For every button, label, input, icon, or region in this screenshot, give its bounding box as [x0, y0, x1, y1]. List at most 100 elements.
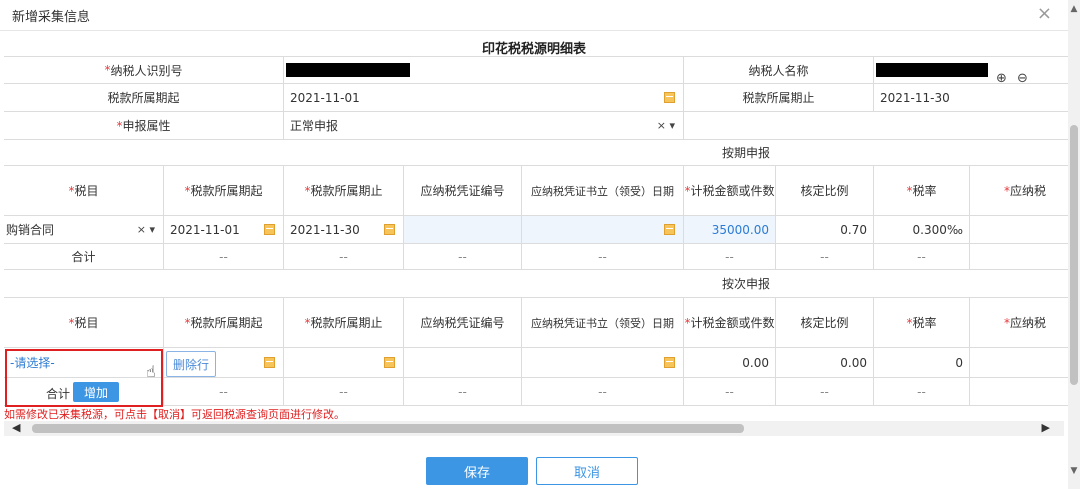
periodic-amount-field[interactable]: 35000.00: [684, 216, 776, 244]
dash-text: --: [339, 384, 348, 399]
col-header-cert-no: 应纳税凭证编号: [404, 166, 522, 216]
dash-text: --: [917, 249, 926, 264]
vertical-scroll-thumb[interactable]: [1070, 125, 1078, 385]
tax-source-table: * 纳税人识别号 纳税人名称 ⊕ ⊖ 税款所属期起 2021-11-01 税款所属…: [4, 56, 1068, 409]
periodic-end-field[interactable]: 2021-11-30: [284, 216, 404, 244]
col-header-ratio: 核定比例: [776, 166, 874, 216]
per-item-cert-no-field[interactable]: [404, 348, 522, 378]
dash-text: --: [725, 249, 734, 264]
col-header-rate-label: 税率: [912, 184, 937, 198]
calendar-icon[interactable]: [384, 356, 395, 368]
per-item-tax-field: [970, 348, 1068, 378]
per-item-amount-field[interactable]: 0.00: [684, 348, 776, 378]
col-header-amount-label: 计税金额或件数: [690, 316, 775, 330]
col-header-amount-label: 计税金额或件数: [690, 184, 775, 198]
period-start-label: 税款所属期起: [107, 91, 180, 105]
total-empty: [970, 378, 1068, 406]
period-start-field[interactable]: 2021-11-01: [284, 84, 684, 112]
periodic-ratio-value: 0.70: [840, 222, 867, 237]
scroll-left-icon[interactable]: ◀: [12, 421, 20, 434]
declare-attr-label: 申报属性: [122, 119, 171, 133]
periodic-start-field[interactable]: 2021-11-01: [164, 216, 284, 244]
dash-text: --: [219, 249, 228, 264]
form-title: 印花税税源明细表: [481, 42, 586, 57]
edit-hint-text: 如需修改已采集税源，可点击【取消】可返回税源查询页面进行修改。: [4, 408, 345, 421]
period-end-label-cell: 税款所属期止: [684, 84, 874, 112]
declare-attr-value: 正常申报: [290, 119, 339, 133]
periodic-rate-value: 0.300‰: [912, 222, 963, 237]
dash-text: --: [820, 249, 829, 264]
periodic-cert-no-field[interactable]: [404, 216, 522, 244]
col-header-rate-label: 税率: [912, 316, 937, 330]
dropdown-mark[interactable]: ▾: [149, 223, 155, 236]
zoom-in-icon[interactable]: ⊕: [996, 71, 1007, 83]
dash-text: --: [458, 384, 467, 399]
per-item-amount-value: 0.00: [742, 355, 769, 370]
period-end-label: 税款所属期止: [742, 91, 815, 105]
calendar-icon[interactable]: [384, 223, 395, 235]
period-start-value: 2021-11-01: [290, 90, 360, 105]
hand-cursor-icon: ☝: [146, 362, 156, 381]
periodic-end-value: 2021-11-30: [290, 222, 360, 237]
periodic-total-label: 合计: [71, 250, 96, 264]
scroll-up-icon[interactable]: ▲: [1068, 4, 1080, 14]
total-dash: --: [404, 244, 522, 270]
col-header-amount: * 计税金额或件数: [684, 298, 776, 348]
redacted-taxpayer-name: [876, 63, 988, 77]
per-item-cert-date-field[interactable]: [522, 348, 684, 378]
col-header-item: * 税目: [4, 298, 164, 348]
col-header-end-label: 税款所属期止: [310, 184, 383, 198]
clear-dropdown-icon[interactable]: × ▾: [137, 223, 155, 236]
col-header-cert-no: 应纳税凭证编号: [404, 298, 522, 348]
calendar-icon[interactable]: [664, 91, 675, 103]
per-item-rate-value: 0: [955, 355, 963, 370]
col-header-end: * 税款所属期止: [284, 298, 404, 348]
total-dash: --: [164, 378, 284, 406]
periodic-rate-field: 0.300‰: [874, 216, 970, 244]
scroll-right-icon[interactable]: ▶: [1042, 421, 1050, 434]
horizontal-scrollbar[interactable]: ◀ ▶: [4, 421, 1064, 436]
save-button[interactable]: 保存: [426, 457, 528, 485]
zoom-out-icon[interactable]: ⊖: [1017, 71, 1028, 83]
col-header-cert-no-label: 应纳税凭证编号: [420, 316, 505, 330]
calendar-icon[interactable]: [664, 223, 675, 235]
col-header-item-label: 税目: [74, 316, 99, 330]
declare-attr-label-cell: * 申报属性: [4, 112, 284, 140]
taxpayer-id-field[interactable]: [284, 56, 684, 84]
periodic-cert-date-field[interactable]: [522, 216, 684, 244]
col-header-start: * 税款所属期起: [164, 298, 284, 348]
col-header-item: * 税目: [4, 166, 164, 216]
taxpayer-id-label-cell: * 纳税人识别号: [4, 56, 284, 84]
vertical-scrollbar[interactable]: ▲ ▼: [1068, 0, 1080, 489]
per-item-end-field[interactable]: [284, 348, 404, 378]
cancel-button[interactable]: 取消: [536, 457, 638, 485]
clear-mark[interactable]: ×: [657, 119, 666, 132]
per-item-section-title-cell: 按次申报: [4, 270, 1068, 298]
scroll-down-icon[interactable]: ▼: [1068, 466, 1080, 476]
total-dash: --: [776, 244, 874, 270]
close-icon[interactable]: ×: [1037, 3, 1052, 24]
delete-row-button[interactable]: 删除行: [166, 351, 216, 377]
clear-dropdown-icon[interactable]: × ▾: [657, 119, 675, 132]
per-item-ratio-field[interactable]: 0.00: [776, 348, 874, 378]
dash-text: --: [219, 384, 228, 399]
dialog-header: 新增采集信息 ×: [0, 0, 1068, 31]
total-dash: --: [284, 378, 404, 406]
taxpayer-name-field[interactable]: ⊕ ⊖: [874, 56, 1068, 84]
periodic-amount-value: 35000.00: [711, 222, 769, 237]
col-header-tax-label: 应纳税: [1009, 316, 1046, 330]
calendar-icon[interactable]: [264, 223, 275, 235]
calendar-icon[interactable]: [664, 356, 675, 368]
periodic-item-select[interactable]: 购销合同 × ▾: [4, 216, 164, 244]
calendar-icon[interactable]: [264, 356, 275, 368]
dropdown-mark[interactable]: ▾: [669, 119, 675, 132]
dash-text: --: [725, 384, 734, 399]
declare-attr-select[interactable]: 正常申报 × ▾: [284, 112, 684, 140]
empty-cell: [684, 112, 1068, 140]
horizontal-scroll-thumb[interactable]: [32, 424, 744, 433]
periodic-ratio-field[interactable]: 0.70: [776, 216, 874, 244]
clear-mark[interactable]: ×: [137, 223, 146, 236]
taxpayer-id-label: 纳税人识别号: [110, 63, 183, 78]
period-end-field[interactable]: 2021-11-30: [874, 84, 1068, 112]
periodic-tax-field: [970, 216, 1068, 244]
